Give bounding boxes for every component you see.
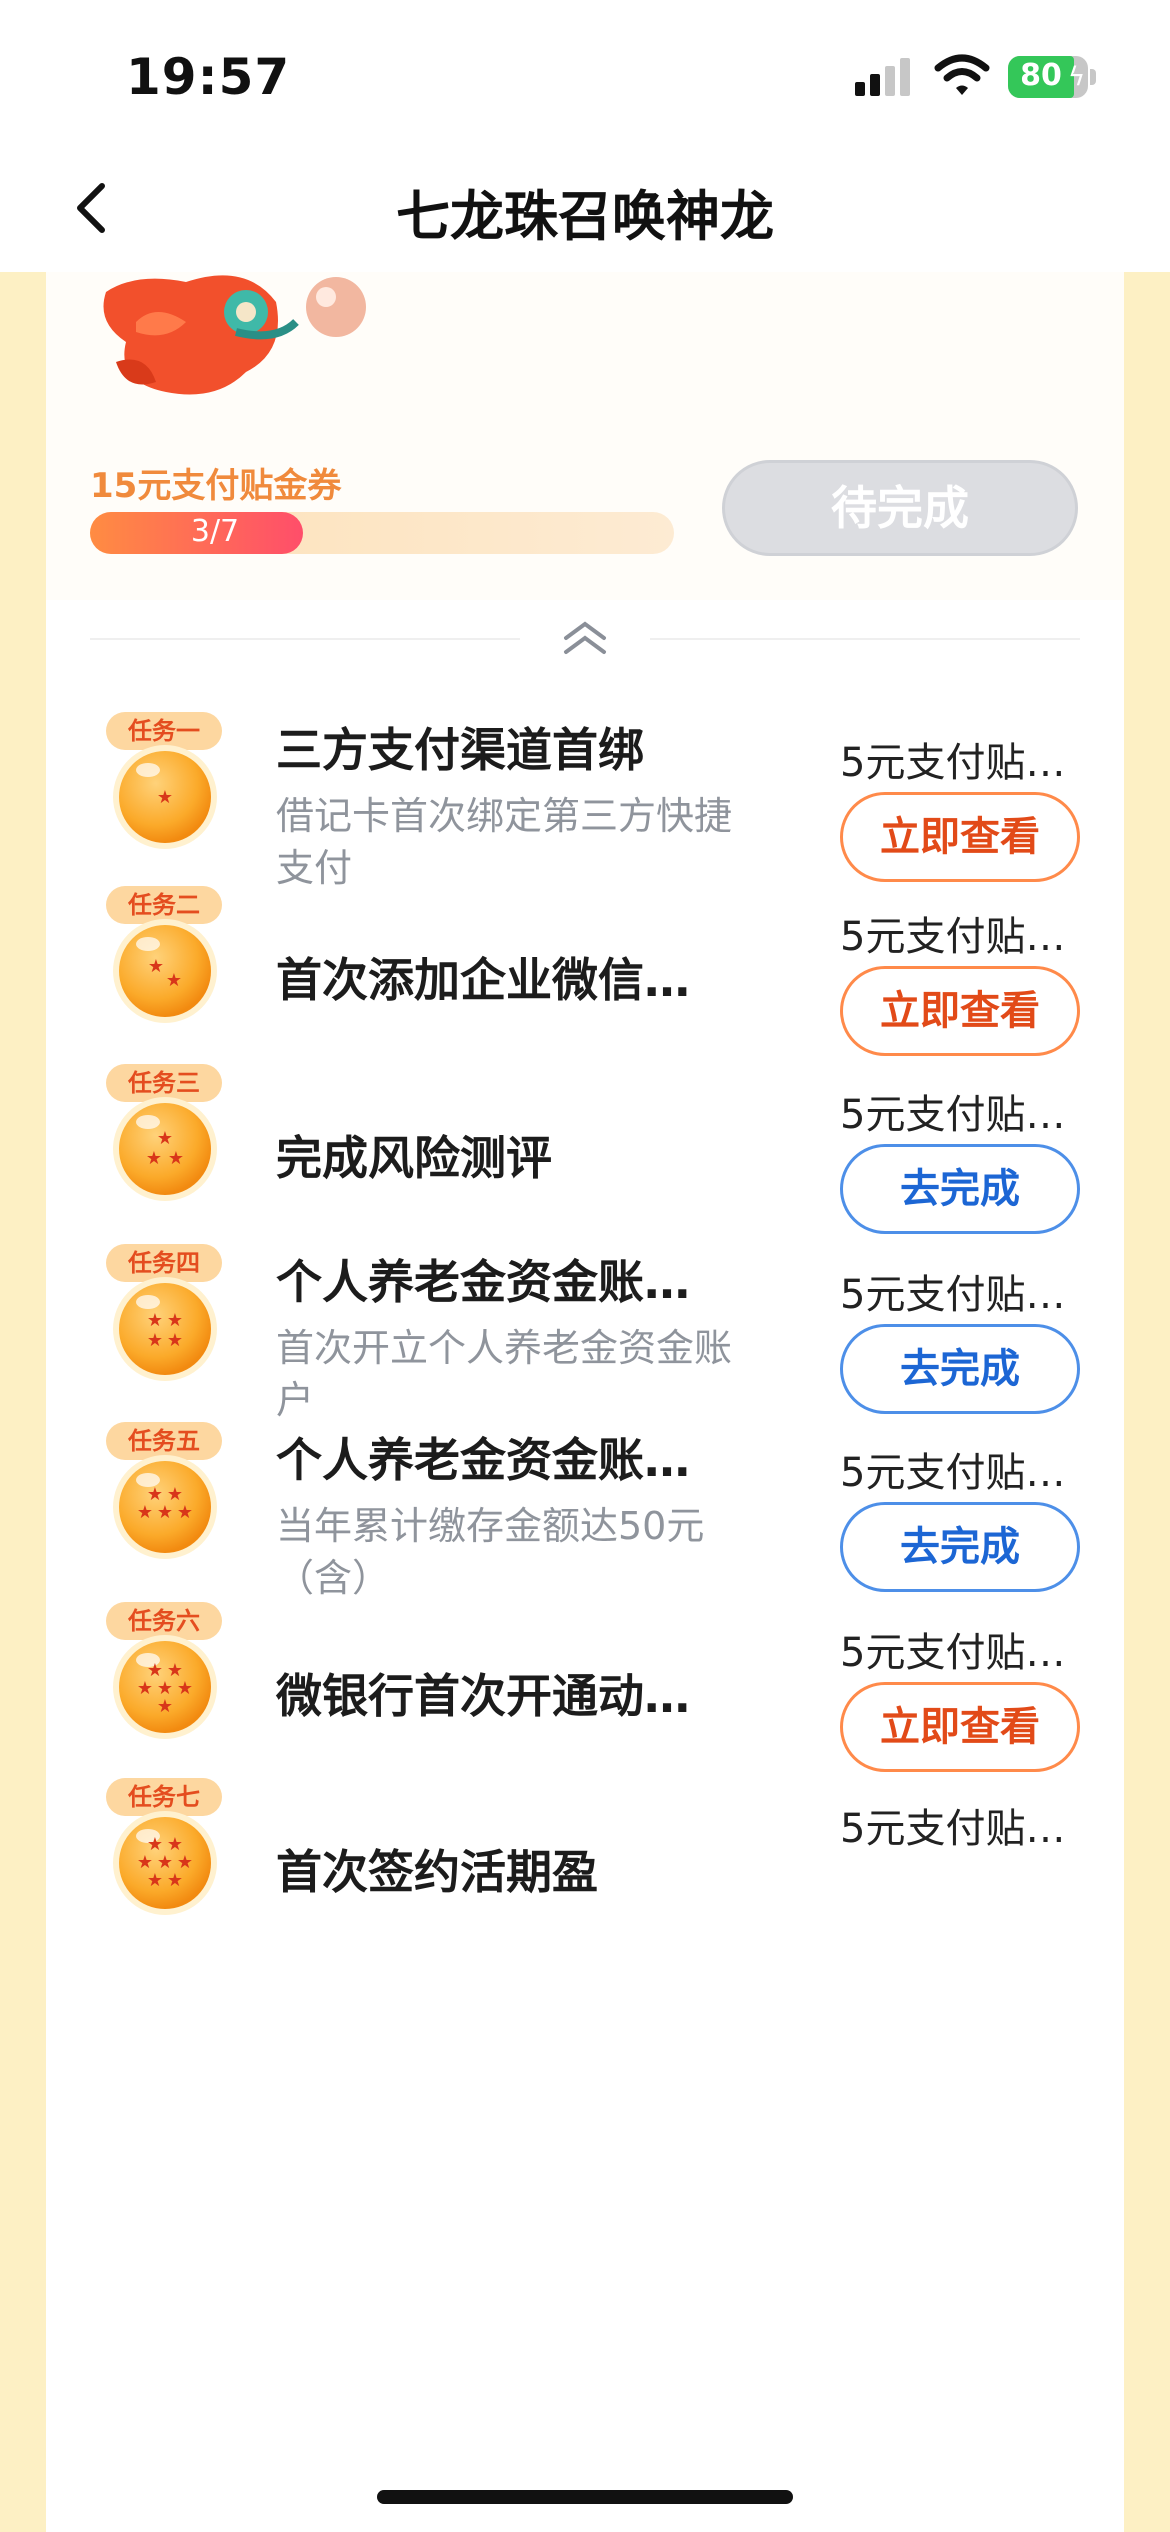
ball-star: ★ bbox=[137, 1678, 153, 1699]
task-title: 完成风险测评 bbox=[276, 1131, 552, 1185]
ball-star: ★ bbox=[147, 1330, 163, 1351]
task-title: 首次添加企业微信… bbox=[276, 953, 690, 1007]
dragon-ball-icon: ★ ★★ ★ ★★ ★ bbox=[113, 1811, 217, 1915]
dragon-ball-icon: ★ ★★ ★ ★ bbox=[113, 1455, 217, 1559]
battery-icon: 80 ϟ bbox=[1008, 56, 1088, 98]
task-reward: 5元支付贴… bbox=[840, 1450, 1066, 1496]
task-title: 个人养老金资金账… bbox=[276, 1255, 690, 1309]
dragon-image bbox=[103, 275, 366, 395]
reward-summary: 15元支付贴金券 3/7 待完成 bbox=[46, 272, 1124, 600]
nav-bar: 七龙珠召唤神龙 bbox=[0, 150, 1170, 272]
task-row: 任务七 ★ ★ ★ ★ ★ ★ ★ 首次签约活期盈 5元支付贴… bbox=[46, 1778, 1124, 2066]
ball-star: ★ bbox=[148, 956, 164, 977]
ball-body bbox=[119, 1283, 211, 1375]
task-reward: 5元支付贴… bbox=[840, 740, 1066, 786]
battery-level: 80 bbox=[1020, 58, 1062, 93]
ball-shine bbox=[136, 763, 160, 777]
ball-star: ★ bbox=[157, 1128, 173, 1149]
view-now-button[interactable]: 立即查看 bbox=[840, 966, 1080, 1056]
ball-star: ★ bbox=[167, 1330, 183, 1351]
ball-body bbox=[119, 1103, 211, 1195]
ball-shine bbox=[136, 937, 160, 951]
signal-icon bbox=[855, 58, 910, 96]
go-complete-button[interactable]: 去完成 bbox=[840, 1144, 1080, 1234]
dragon-ball-icon: ★★ ★ bbox=[113, 1097, 217, 1201]
task-reward: 5元支付贴… bbox=[840, 1272, 1066, 1318]
task-title: 三方支付渠道首绑 bbox=[276, 723, 644, 777]
ball-star: ★ bbox=[166, 970, 182, 991]
ball-star: ★ bbox=[157, 787, 173, 808]
ball-shine bbox=[136, 1115, 160, 1129]
task-description: 首次开立个人养老金资金账户 bbox=[276, 1326, 733, 1422]
wifi-icon bbox=[934, 54, 990, 95]
ball-star: ★ bbox=[137, 1502, 153, 1523]
dragon-ball-icon: ★ ★★ ★ ★★ bbox=[113, 1635, 217, 1739]
ball-star: ★ bbox=[177, 1502, 193, 1523]
ball-star: ★ bbox=[167, 1870, 183, 1891]
task-card: 15元支付贴金券 3/7 待完成 任务一 ★ 三方支付渠道首绑 借记卡首次绑定第三方快… bbox=[46, 272, 1124, 2532]
task-reward: 5元支付贴… bbox=[840, 1630, 1066, 1676]
task-description: 当年累计缴存金额达50元（含） bbox=[276, 1504, 705, 1600]
reward-label: 15元支付贴金券 bbox=[90, 466, 342, 506]
ball-star: ★ bbox=[147, 1310, 163, 1331]
home-indicator bbox=[377, 2490, 793, 2504]
ball-star: ★ bbox=[157, 1696, 173, 1717]
status-bar: 19:57 80 ϟ bbox=[0, 0, 1170, 150]
ball-star: ★ bbox=[157, 1502, 173, 1523]
view-now-button[interactable]: 立即查看 bbox=[840, 1682, 1080, 1772]
progress-text: 3/7 bbox=[190, 514, 240, 549]
ball-star: ★ bbox=[167, 1310, 183, 1331]
task-title: 首次签约活期盈 bbox=[276, 1845, 598, 1899]
divider-line bbox=[90, 638, 520, 640]
divider-line bbox=[650, 638, 1080, 640]
view-now-button[interactable]: 立即查看 bbox=[840, 792, 1080, 882]
dragon-ball-icon: ★★ bbox=[113, 919, 217, 1023]
pending-button[interactable]: 待完成 bbox=[722, 460, 1078, 556]
charging-bolt-icon: ϟ bbox=[1068, 62, 1086, 92]
ball-star: ★ bbox=[146, 1148, 162, 1169]
status-time: 19:57 bbox=[126, 48, 291, 106]
task-title: 个人养老金资金账… bbox=[276, 1433, 690, 1487]
task-reward: 5元支付贴… bbox=[840, 1092, 1066, 1138]
ball-shine bbox=[136, 1295, 160, 1309]
battery-nub bbox=[1090, 69, 1096, 85]
go-complete-button[interactable]: 去完成 bbox=[840, 1324, 1080, 1414]
task-title: 微银行首次开通动… bbox=[276, 1669, 690, 1723]
dragon-ball-icon: ★ bbox=[113, 745, 217, 849]
ball-star: ★ bbox=[168, 1148, 184, 1169]
progress-bar: 3/7 bbox=[90, 512, 674, 554]
task-description: 借记卡首次绑定第三方快捷支付 bbox=[276, 794, 733, 890]
task-reward: 5元支付贴… bbox=[840, 1806, 1066, 1852]
ball-star: ★ bbox=[147, 1870, 163, 1891]
task-reward: 5元支付贴… bbox=[840, 914, 1066, 960]
dragon-ball-icon: ★ ★★ ★ bbox=[113, 1277, 217, 1381]
ball-star: ★ bbox=[177, 1678, 193, 1699]
go-complete-button[interactable]: 去完成 bbox=[840, 1502, 1080, 1592]
double-chevron-up-icon[interactable] bbox=[558, 616, 612, 660]
page-title: 七龙珠召唤神龙 bbox=[396, 185, 774, 248]
